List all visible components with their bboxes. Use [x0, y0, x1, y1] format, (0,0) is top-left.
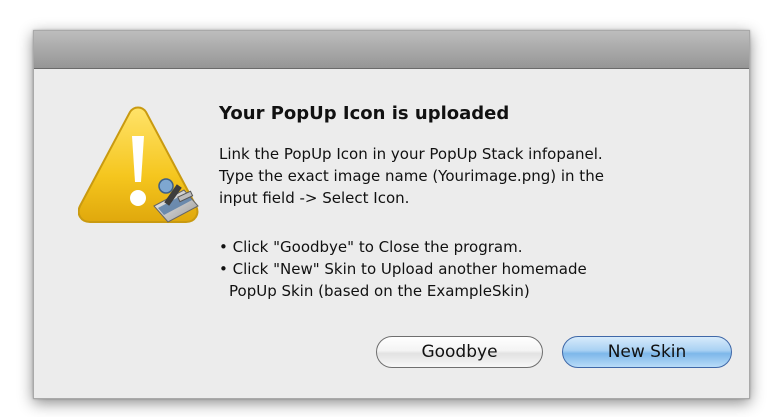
dialog-message: Link the PopUp Icon in your PopUp Stack …	[219, 143, 719, 209]
dialog-title: Your PopUp Icon is uploaded	[219, 103, 510, 124]
instruction-line: • Click "Goodbye" to Close the program.	[219, 238, 523, 256]
alert-dialog: Your PopUp Icon is uploaded Link the Pop…	[33, 30, 750, 399]
warning-triangle-icon	[77, 106, 208, 236]
instruction-line: PopUp Skin (based on the ExampleSkin)	[229, 282, 530, 300]
message-line: input field -> Select Icon.	[219, 189, 410, 207]
instruction-line: • Click "New" Skin to Upload another hom…	[219, 260, 587, 278]
goodbye-button[interactable]: Goodbye	[376, 336, 543, 368]
instruction-list: • Click "Goodbye" to Close the program. …	[219, 236, 719, 302]
dialog-titlebar[interactable]	[34, 31, 749, 69]
new-skin-button[interactable]: New Skin	[562, 336, 732, 368]
message-line: Type the exact image name (Yourimage.png…	[219, 167, 604, 185]
message-line: Link the PopUp Icon in your PopUp Stack …	[219, 145, 603, 163]
